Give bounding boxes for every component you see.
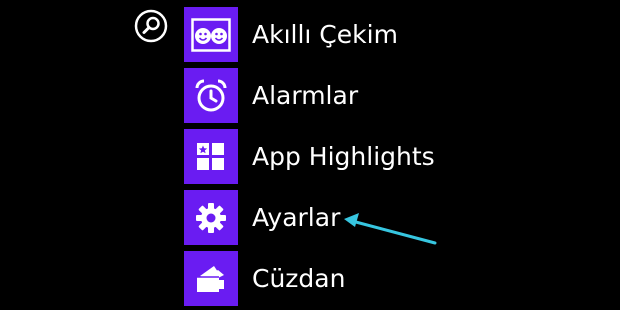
app-list-screen: Akıllı Çekim Alarmlar App Highlights Aya…	[0, 0, 620, 310]
app-item-cuzdan[interactable]: Cüzdan	[184, 251, 604, 306]
app-item-akilli-cekim[interactable]: Akıllı Çekim	[184, 7, 604, 62]
app-tile[interactable]	[184, 68, 238, 123]
grid-tiles-icon	[197, 142, 224, 170]
app-label: App Highlights	[252, 142, 435, 171]
app-tile[interactable]	[184, 7, 238, 62]
smile-faces-icon	[191, 17, 231, 52]
app-label: Cüzdan	[252, 264, 346, 293]
app-item-app-highlights[interactable]: App Highlights	[184, 129, 604, 184]
app-item-alarmlar[interactable]: Alarmlar	[184, 68, 604, 123]
annotation-arrow	[344, 213, 437, 245]
alarm-clock-icon	[195, 79, 227, 111]
search-icon[interactable]	[134, 9, 168, 43]
app-label: Alarmlar	[252, 81, 359, 110]
app-tile[interactable]	[184, 251, 238, 306]
app-label: Ayarlar	[252, 203, 341, 232]
app-tile[interactable]	[184, 129, 238, 184]
wallet-icon	[197, 265, 224, 292]
app-tile[interactable]	[184, 190, 238, 245]
gear-icon	[196, 202, 226, 233]
app-label: Akıllı Çekim	[252, 20, 398, 49]
